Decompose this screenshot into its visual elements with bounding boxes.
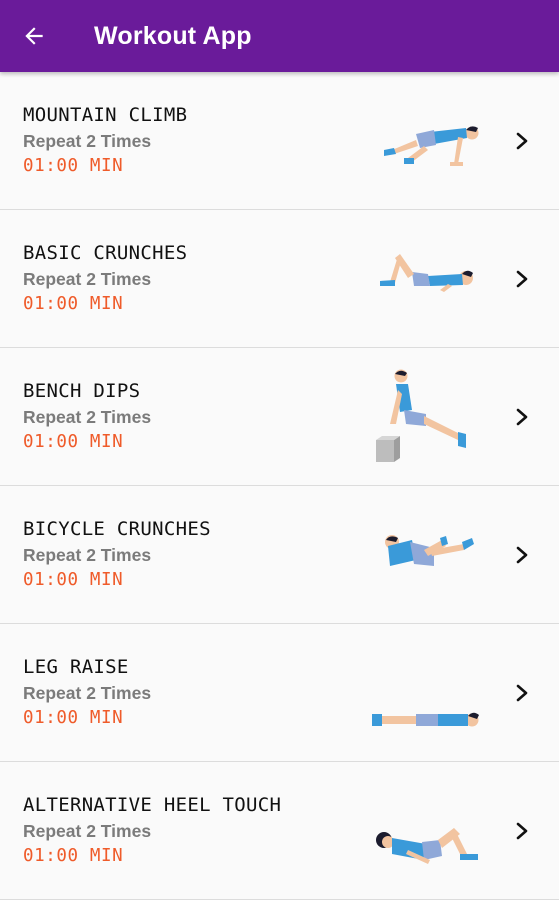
exercise-text: BASIC CRUNCHES Repeat 2 Times 01:00 MIN <box>23 241 187 315</box>
exercise-row-bicycle-crunches[interactable]: BICYCLE CRUNCHES Repeat 2 Times 01:00 MI… <box>0 486 559 624</box>
exercise-name: BASIC CRUNCHES <box>23 242 188 264</box>
exercise-list: MOUNTAIN CLIMB Repeat 2 Times 01:00 MIN … <box>0 72 559 900</box>
chevron-right-icon[interactable] <box>512 406 532 428</box>
exercise-repeat: Repeat 2 Times <box>23 821 152 841</box>
chevron-right-icon[interactable] <box>512 268 532 290</box>
exercise-duration: 01:00 MIN <box>23 708 124 728</box>
chevron-right-icon[interactable] <box>512 544 532 566</box>
exercise-name: LEG RAISE <box>23 656 129 678</box>
exercise-name: MOUNTAIN CLIMB <box>23 104 188 126</box>
basic-crunches-figure-icon <box>380 254 473 292</box>
arrow-back-icon <box>25 27 43 45</box>
app-title: Workout App <box>94 21 252 50</box>
chevron-right-icon[interactable] <box>512 820 532 842</box>
exercise-duration: 01:00 MIN <box>23 846 124 866</box>
chevron-right-icon[interactable] <box>512 682 532 704</box>
exercise-row-bench-dips[interactable]: BENCH DIPS Repeat 2 Times 01:00 MIN <box>0 348 559 486</box>
chevron-right-icon[interactable] <box>512 130 532 152</box>
exercise-duration: 01:00 MIN <box>23 294 124 314</box>
exercise-text: BENCH DIPS Repeat 2 Times 01:00 MIN <box>23 379 151 453</box>
heel-touch-figure-icon <box>376 828 478 864</box>
exercise-row-leg-raise[interactable]: LEG RAISE Repeat 2 Times 01:00 MIN <box>0 624 559 762</box>
exercise-duration: 01:00 MIN <box>23 156 124 176</box>
exercise-name: ALTERNATIVE HEEL TOUCH <box>23 794 282 816</box>
exercise-row-mountain-climb[interactable]: MOUNTAIN CLIMB Repeat 2 Times 01:00 MIN <box>0 72 559 210</box>
exercise-duration: 01:00 MIN <box>23 570 124 590</box>
exercise-row-heel-touch[interactable]: ALTERNATIVE HEEL TOUCH Repeat 2 Times 01… <box>0 762 559 900</box>
mountain-climb-figure-icon <box>384 126 479 166</box>
exercise-duration: 01:00 MIN <box>23 432 124 452</box>
bench-dips-figure-icon <box>376 369 466 462</box>
bicycle-crunches-figure-icon <box>385 535 474 566</box>
exercise-repeat: Repeat 2 Times <box>23 131 152 151</box>
app-bar: Workout App <box>0 0 559 72</box>
exercise-text: BICYCLE CRUNCHES Repeat 2 Times 01:00 MI… <box>23 517 211 591</box>
exercise-repeat: Repeat 2 Times <box>23 683 152 703</box>
exercise-repeat: Repeat 2 Times <box>23 407 152 427</box>
exercise-text: ALTERNATIVE HEEL TOUCH Repeat 2 Times 01… <box>23 793 281 867</box>
exercise-text: MOUNTAIN CLIMB Repeat 2 Times 01:00 MIN <box>23 103 187 177</box>
back-button[interactable] <box>17 19 51 53</box>
exercise-row-basic-crunches[interactable]: BASIC CRUNCHES Repeat 2 Times 01:00 MIN <box>0 210 559 348</box>
leg-raise-figure-icon <box>372 712 479 727</box>
exercise-name: BENCH DIPS <box>23 380 141 402</box>
exercise-text: LEG RAISE Repeat 2 Times 01:00 MIN <box>23 655 151 729</box>
exercise-name: BICYCLE CRUNCHES <box>23 518 211 540</box>
exercise-repeat: Repeat 2 Times <box>23 269 152 289</box>
exercise-repeat: Repeat 2 Times <box>23 545 152 565</box>
